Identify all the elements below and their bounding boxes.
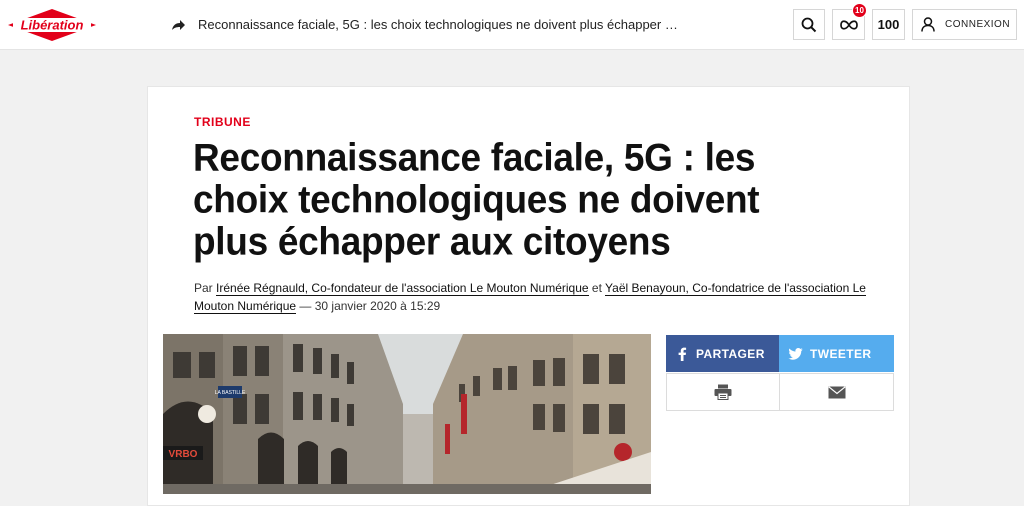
street-sign: LA BASTILLE <box>215 390 246 396</box>
article-kicker[interactable]: TRIBUNE <box>194 115 251 129</box>
publish-date: — 30 janvier 2020 à 15:29 <box>299 299 441 313</box>
header-headline[interactable]: Reconnaissance faciale, 5G : les choix t… <box>198 17 678 32</box>
counter-button[interactable]: 100 <box>872 9 905 40</box>
byline: Par Irénée Régnauld, Co-fondateur de l'a… <box>194 279 894 315</box>
byline-joiner: et <box>591 281 602 295</box>
article-title: Reconnaissance faciale, 5G : les choix t… <box>193 135 793 263</box>
print-button[interactable] <box>667 374 780 410</box>
facebook-share-label: PARTAGER <box>696 346 765 361</box>
utility-buttons <box>666 373 894 411</box>
search-icon <box>801 17 817 32</box>
search-button[interactable] <box>793 9 825 40</box>
article-photo: LA BASTILLE VRBO <box>163 334 651 494</box>
author-link[interactable]: Irénée Régnauld, Co-fondateur de l'assoc… <box>216 281 589 296</box>
liberation-logo[interactable]: Libération <box>7 8 97 42</box>
twitter-share-button[interactable]: TWEETER <box>779 335 894 372</box>
twitter-icon <box>788 347 803 360</box>
title-line: plus échapper aux citoyens <box>193 219 671 263</box>
byline-prefix: Par <box>194 281 213 295</box>
user-icon <box>921 17 935 32</box>
mail-icon <box>827 385 846 398</box>
facebook-share-button[interactable]: PARTAGER <box>666 335 779 372</box>
share-buttons: PARTAGER TWEETER <box>666 335 894 372</box>
facebook-icon <box>678 347 687 361</box>
title-line: choix technologiques ne doivent <box>193 177 760 221</box>
login-label: CONNEXION <box>945 19 1011 30</box>
email-button[interactable] <box>780 374 893 410</box>
logo-text: Libération <box>21 18 84 33</box>
twitter-share-label: TWEETER <box>810 346 872 361</box>
print-icon <box>714 384 732 400</box>
top-bar: Libération Reconnaissance faciale, 5G : … <box>0 0 1024 50</box>
notification-badge: 10 <box>852 3 867 18</box>
share-arrow-icon <box>172 20 185 30</box>
shop-sign: VRBO <box>169 449 198 460</box>
infinity-icon <box>839 19 858 30</box>
login-button[interactable]: CONNEXION <box>912 9 1017 40</box>
title-line: Reconnaissance faciale, 5G : les <box>193 135 756 179</box>
